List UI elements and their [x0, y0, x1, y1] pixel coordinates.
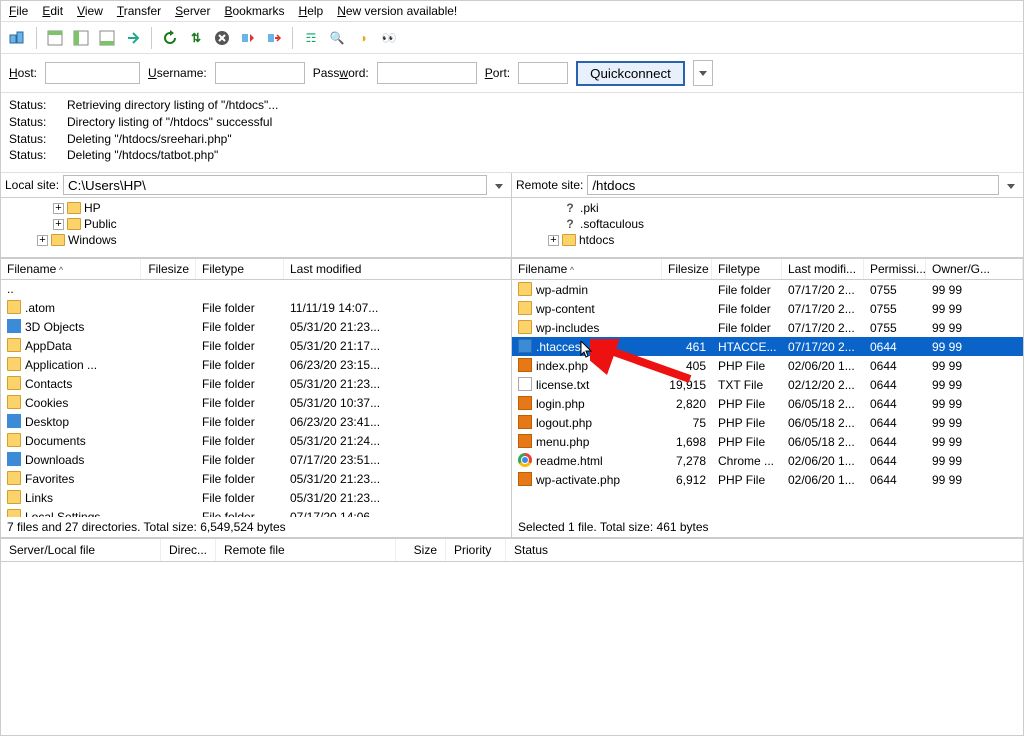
toolbar: ⇅ ☶ 🔍 ◑ 👀: [1, 22, 1023, 54]
file-row[interactable]: .htaccess461HTACCE...07/17/20 2...064499…: [512, 337, 1023, 356]
remote-tree[interactable]: ?.pki?.softaculous+htdocs: [512, 198, 1023, 258]
file-row[interactable]: DownloadsFile folder07/17/20 23:51...: [1, 450, 511, 469]
reconnect-icon[interactable]: [263, 27, 285, 49]
remote-file-list[interactable]: wp-adminFile folder07/17/20 2...075599 9…: [512, 280, 1023, 517]
local-path-input[interactable]: [63, 175, 487, 195]
remote-path-input[interactable]: [587, 175, 999, 195]
tree-item[interactable]: +Public: [5, 216, 507, 232]
message-log[interactable]: Status:Retrieving directory listing of "…: [1, 93, 1023, 173]
cancel-icon[interactable]: [211, 27, 233, 49]
process-queue-icon[interactable]: ⇅: [185, 27, 207, 49]
file-row[interactable]: Local SettingsFile folder07/17/20 14:06: [1, 507, 511, 517]
password-label: Password:: [313, 66, 369, 80]
username-label: Username:: [148, 66, 207, 80]
host-label: Host:: [9, 66, 37, 80]
local-file-list[interactable]: ...atomFile folder11/11/19 14:07...3D Ob…: [1, 280, 511, 517]
tree-item[interactable]: +htdocs: [516, 232, 1019, 248]
file-row[interactable]: FavoritesFile folder05/31/20 21:23...: [1, 469, 511, 488]
file-row[interactable]: menu.php1,698PHP File06/05/18 2...064499…: [512, 432, 1023, 451]
file-lists: Filename Filesize Filetype Last modified…: [1, 259, 1023, 539]
toggle-tree-icon[interactable]: [70, 27, 92, 49]
sync-browse-icon[interactable]: [122, 27, 144, 49]
remote-columns[interactable]: Filename Filesize Filetype Last modifi..…: [512, 259, 1023, 280]
menu-file[interactable]: File: [9, 4, 28, 18]
tree-item[interactable]: +Windows: [5, 232, 507, 248]
file-row[interactable]: wp-activate.php6,912PHP File02/06/20 1..…: [512, 470, 1023, 489]
disconnect-icon[interactable]: [237, 27, 259, 49]
port-input[interactable]: [518, 62, 568, 84]
tree-item[interactable]: ?.softaculous: [516, 216, 1019, 232]
tree-item[interactable]: ?.pki: [516, 200, 1019, 216]
file-row[interactable]: wp-includesFile folder07/17/20 2...07559…: [512, 318, 1023, 337]
menu-bookmarks[interactable]: Bookmarks: [224, 4, 284, 18]
compare-icon[interactable]: ◑: [352, 27, 374, 49]
remote-site-label: Remote site:: [516, 178, 583, 192]
local-columns[interactable]: Filename Filesize Filetype Last modified: [1, 259, 511, 280]
menu-edit[interactable]: Edit: [42, 4, 63, 18]
remote-status: Selected 1 file. Total size: 461 bytes: [512, 517, 1023, 538]
remote-path-dropdown-icon[interactable]: [1003, 178, 1019, 192]
quickconnect-dropdown[interactable]: [693, 60, 713, 86]
file-row[interactable]: .atomFile folder11/11/19 14:07...: [1, 298, 511, 317]
file-row[interactable]: readme.html7,278Chrome ...02/06/20 1...0…: [512, 451, 1023, 470]
site-tree-row: Local site: +HP+Public+Windows Remote si…: [1, 173, 1023, 259]
username-input[interactable]: [215, 62, 305, 84]
file-row[interactable]: DesktopFile folder06/23/20 23:41...: [1, 412, 511, 431]
file-row[interactable]: Application ...File folder06/23/20 23:15…: [1, 355, 511, 374]
quickconnect-button[interactable]: Quickconnect: [576, 61, 685, 86]
filter-icon[interactable]: ☶: [300, 27, 322, 49]
file-row[interactable]: 3D ObjectsFile folder05/31/20 21:23...: [1, 317, 511, 336]
file-row[interactable]: wp-contentFile folder07/17/20 2...075599…: [512, 299, 1023, 318]
site-manager-icon[interactable]: [7, 27, 29, 49]
file-row[interactable]: login.php2,820PHP File06/05/18 2...06449…: [512, 394, 1023, 413]
port-label: Port:: [485, 66, 510, 80]
file-row[interactable]: wp-adminFile folder07/17/20 2...075599 9…: [512, 280, 1023, 299]
menu-view[interactable]: View: [77, 4, 103, 18]
file-row[interactable]: index.php405PHP File02/06/20 1...064499 …: [512, 356, 1023, 375]
menu-server[interactable]: Server: [175, 4, 210, 18]
menu-help[interactable]: Help: [299, 4, 324, 18]
local-path-dropdown-icon[interactable]: [491, 178, 507, 192]
menu-transfer[interactable]: Transfer: [117, 4, 161, 18]
local-site-label: Local site:: [5, 178, 59, 192]
local-status: 7 files and 27 directories. Total size: …: [1, 517, 511, 538]
file-row[interactable]: AppDataFile folder05/31/20 21:17...: [1, 336, 511, 355]
menu-new-version[interactable]: New version available!: [337, 4, 457, 18]
queue-columns[interactable]: Server/Local file Direc... Remote file S…: [1, 539, 1023, 562]
toggle-log-icon[interactable]: [44, 27, 66, 49]
tree-item[interactable]: +HP: [5, 200, 507, 216]
file-row[interactable]: DocumentsFile folder05/31/20 21:24...: [1, 431, 511, 450]
host-input[interactable]: [45, 62, 140, 84]
quickconnect-bar: Host: Username: Password: Port: Quickcon…: [1, 54, 1023, 93]
file-row[interactable]: LinksFile folder05/31/20 21:23...: [1, 488, 511, 507]
refresh-icon[interactable]: [159, 27, 181, 49]
search-icon[interactable]: 🔍: [326, 27, 348, 49]
password-input[interactable]: [377, 62, 477, 84]
local-tree[interactable]: +HP+Public+Windows: [1, 198, 511, 258]
toggle-queue-icon[interactable]: [96, 27, 118, 49]
file-row[interactable]: ContactsFile folder05/31/20 21:23...: [1, 374, 511, 393]
file-row[interactable]: license.txt19,915TXT File02/12/20 2...06…: [512, 375, 1023, 394]
file-row[interactable]: ..: [1, 280, 511, 298]
menu-bar: File Edit View Transfer Server Bookmarks…: [1, 1, 1023, 22]
binoculars-icon[interactable]: 👀: [378, 27, 400, 49]
file-row[interactable]: CookiesFile folder05/31/20 10:37...: [1, 393, 511, 412]
queue-list[interactable]: [1, 562, 1023, 672]
file-row[interactable]: logout.php75PHP File06/05/18 2...064499 …: [512, 413, 1023, 432]
